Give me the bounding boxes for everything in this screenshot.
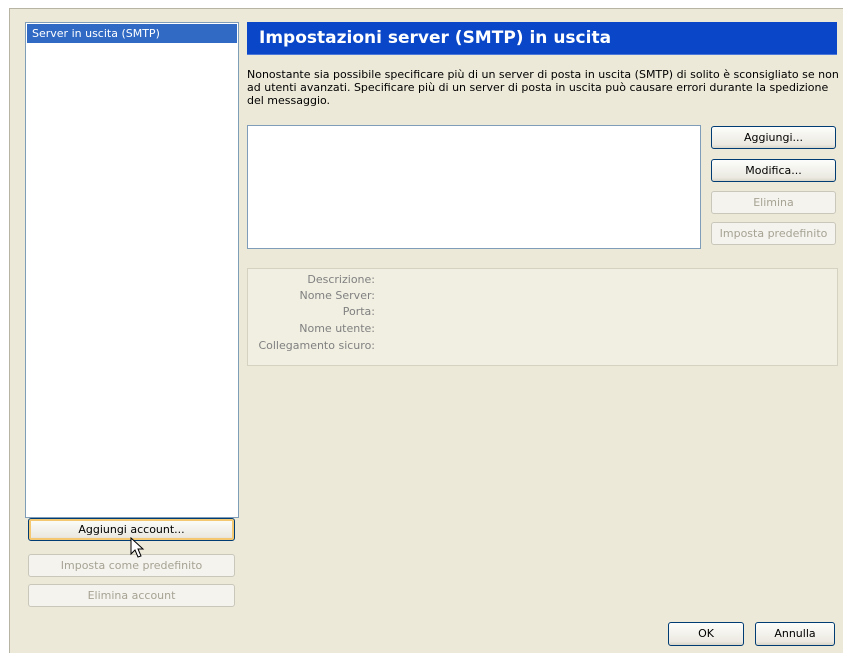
smtp-server-list[interactable]: [247, 125, 701, 249]
account-settings-dialog: Server in uscita (SMTP) Aggiungi account…: [9, 8, 843, 653]
detail-label-port: Porta:: [342, 305, 375, 318]
server-details-panel: Descrizione: Nome Server: Porta: Nome ut…: [247, 268, 838, 366]
detail-label-server-name: Nome Server:: [299, 289, 375, 302]
cancel-button[interactable]: Annulla: [755, 622, 835, 646]
delete-server-button[interactable]: Elimina: [711, 191, 836, 214]
mouse-cursor-icon: [130, 537, 145, 558]
detail-label-secure-connection: Collegamento sicuro:: [258, 339, 375, 352]
account-list[interactable]: Server in uscita (SMTP): [25, 22, 239, 518]
ok-button[interactable]: OK: [668, 622, 744, 646]
edit-server-button[interactable]: Modifica...: [711, 159, 836, 182]
add-server-button[interactable]: Aggiungi...: [711, 126, 836, 149]
account-item-smtp[interactable]: Server in uscita (SMTP): [27, 24, 237, 43]
panel-description: Nonostante sia possibile specificare più…: [247, 68, 839, 107]
panel-title: Impostazioni server (SMTP) in uscita: [247, 22, 837, 55]
detail-label-description: Descrizione:: [307, 273, 375, 286]
set-default-server-button[interactable]: Imposta predefinito: [711, 222, 836, 245]
delete-account-button[interactable]: Elimina account: [28, 584, 235, 607]
detail-label-username: Nome utente:: [299, 322, 375, 335]
